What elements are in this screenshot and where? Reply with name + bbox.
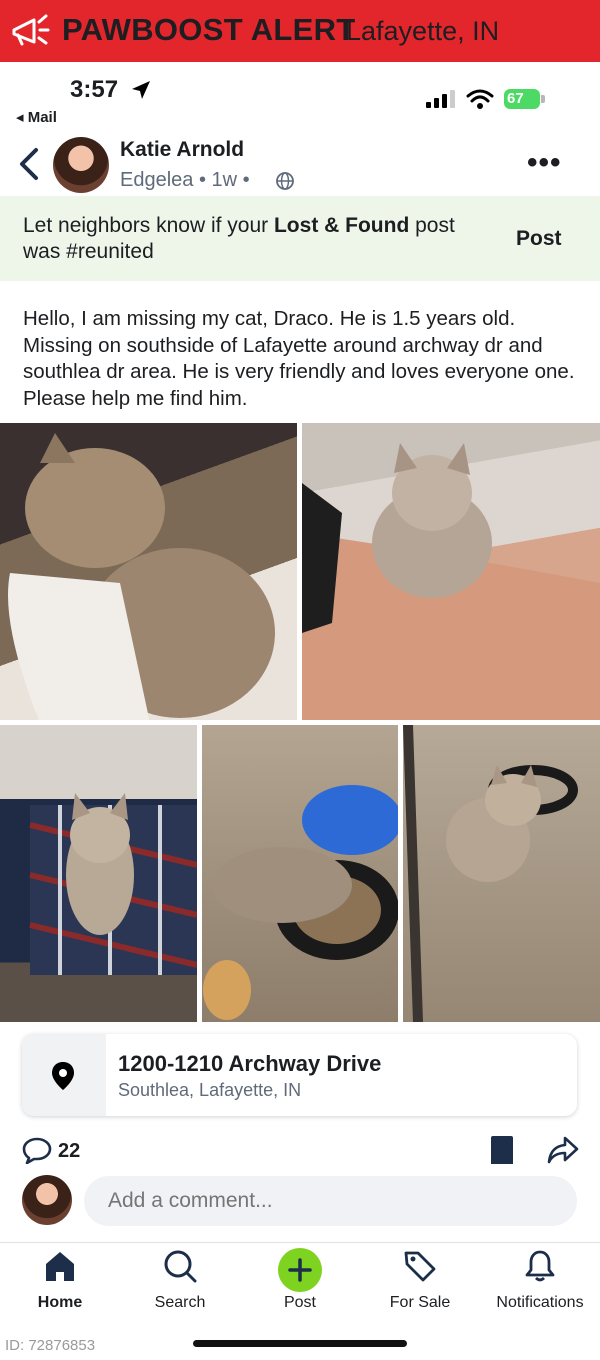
home-indicator bbox=[193, 1340, 407, 1347]
nav-home[interactable]: Home bbox=[0, 1248, 120, 1312]
status-time: 3:57 bbox=[70, 76, 119, 103]
plus-glyph bbox=[288, 1258, 312, 1282]
map-pin-icon bbox=[52, 1062, 74, 1090]
more-options-icon[interactable]: ••• bbox=[527, 146, 562, 180]
cat-photo-4[interactable] bbox=[202, 725, 398, 1022]
cat-photo-5[interactable] bbox=[403, 725, 600, 1022]
wifi-icon bbox=[466, 89, 494, 109]
location-address: 1200-1210 Archway Drive bbox=[118, 1051, 382, 1076]
nav-for-sale[interactable]: For Sale bbox=[360, 1248, 480, 1312]
cat-photo-3[interactable] bbox=[0, 725, 197, 1022]
cat-photo-5-art bbox=[403, 725, 578, 1022]
bell-icon bbox=[525, 1250, 555, 1282]
nav-for-sale-label: For Sale bbox=[389, 1294, 451, 1311]
user-avatar bbox=[22, 1175, 72, 1225]
comment-input[interactable] bbox=[84, 1176, 577, 1226]
battery-icon bbox=[541, 95, 545, 103]
reunited-text-bold: Lost & Found bbox=[273, 214, 410, 237]
post-body: Hello, I am missing my cat, Draco. He is… bbox=[23, 307, 575, 410]
bookmark-icon[interactable] bbox=[490, 1136, 514, 1164]
plus-icon bbox=[278, 1248, 322, 1292]
nav-post[interactable]: Post bbox=[240, 1248, 360, 1312]
battery-level: 67 bbox=[504, 89, 540, 109]
alert-title: PAWBOOST ALERT bbox=[62, 12, 356, 47]
nav-search-label: Search bbox=[154, 1294, 206, 1311]
cat-photo-1[interactable] bbox=[0, 423, 297, 720]
location-arrow-icon bbox=[132, 81, 150, 99]
nav-post-label: Post bbox=[283, 1294, 316, 1311]
post-meta: Edgelea • 1w • bbox=[120, 169, 250, 191]
comment-icon[interactable] bbox=[22, 1136, 52, 1164]
location-area: Southlea, Lafayette, IN bbox=[118, 1080, 302, 1100]
reunited-message: Let neighbors know if your Lost & Found … bbox=[23, 213, 483, 265]
globe-icon bbox=[276, 172, 294, 190]
cat-photo-3-art bbox=[29, 793, 197, 975]
back-chevron-icon[interactable] bbox=[16, 146, 42, 182]
nav-home-label: Home bbox=[37, 1294, 83, 1311]
cat-photo-4-art bbox=[203, 785, 398, 1020]
megaphone-icon bbox=[12, 14, 50, 46]
cellular-signal-icon bbox=[426, 90, 455, 108]
reunited-post-button[interactable]: Post bbox=[516, 227, 562, 251]
nav-search[interactable]: Search bbox=[120, 1248, 240, 1312]
nav-notifications-label: Notifications bbox=[496, 1294, 584, 1311]
author-avatar[interactable] bbox=[53, 137, 109, 193]
search-icon bbox=[164, 1250, 197, 1283]
cat-photo-2[interactable] bbox=[302, 423, 600, 720]
cat-photo-2-art bbox=[302, 443, 600, 720]
home-icon bbox=[46, 1252, 74, 1281]
comment-count[interactable]: 22 bbox=[58, 1140, 80, 1163]
cat-photo-1-art bbox=[8, 433, 275, 720]
alert-city: Lafayette, IN bbox=[346, 16, 500, 46]
price-tag-icon bbox=[404, 1251, 436, 1282]
reunited-text-1: Let neighbors know if your bbox=[23, 214, 274, 237]
nav-notifications[interactable]: Notifications bbox=[480, 1248, 600, 1312]
listing-id: ID: 72876853 bbox=[5, 1337, 96, 1354]
share-icon[interactable] bbox=[547, 1136, 579, 1164]
back-to-mail-link[interactable]: ◂ Mail bbox=[16, 108, 57, 126]
author-name[interactable]: Katie Arnold bbox=[120, 138, 244, 162]
